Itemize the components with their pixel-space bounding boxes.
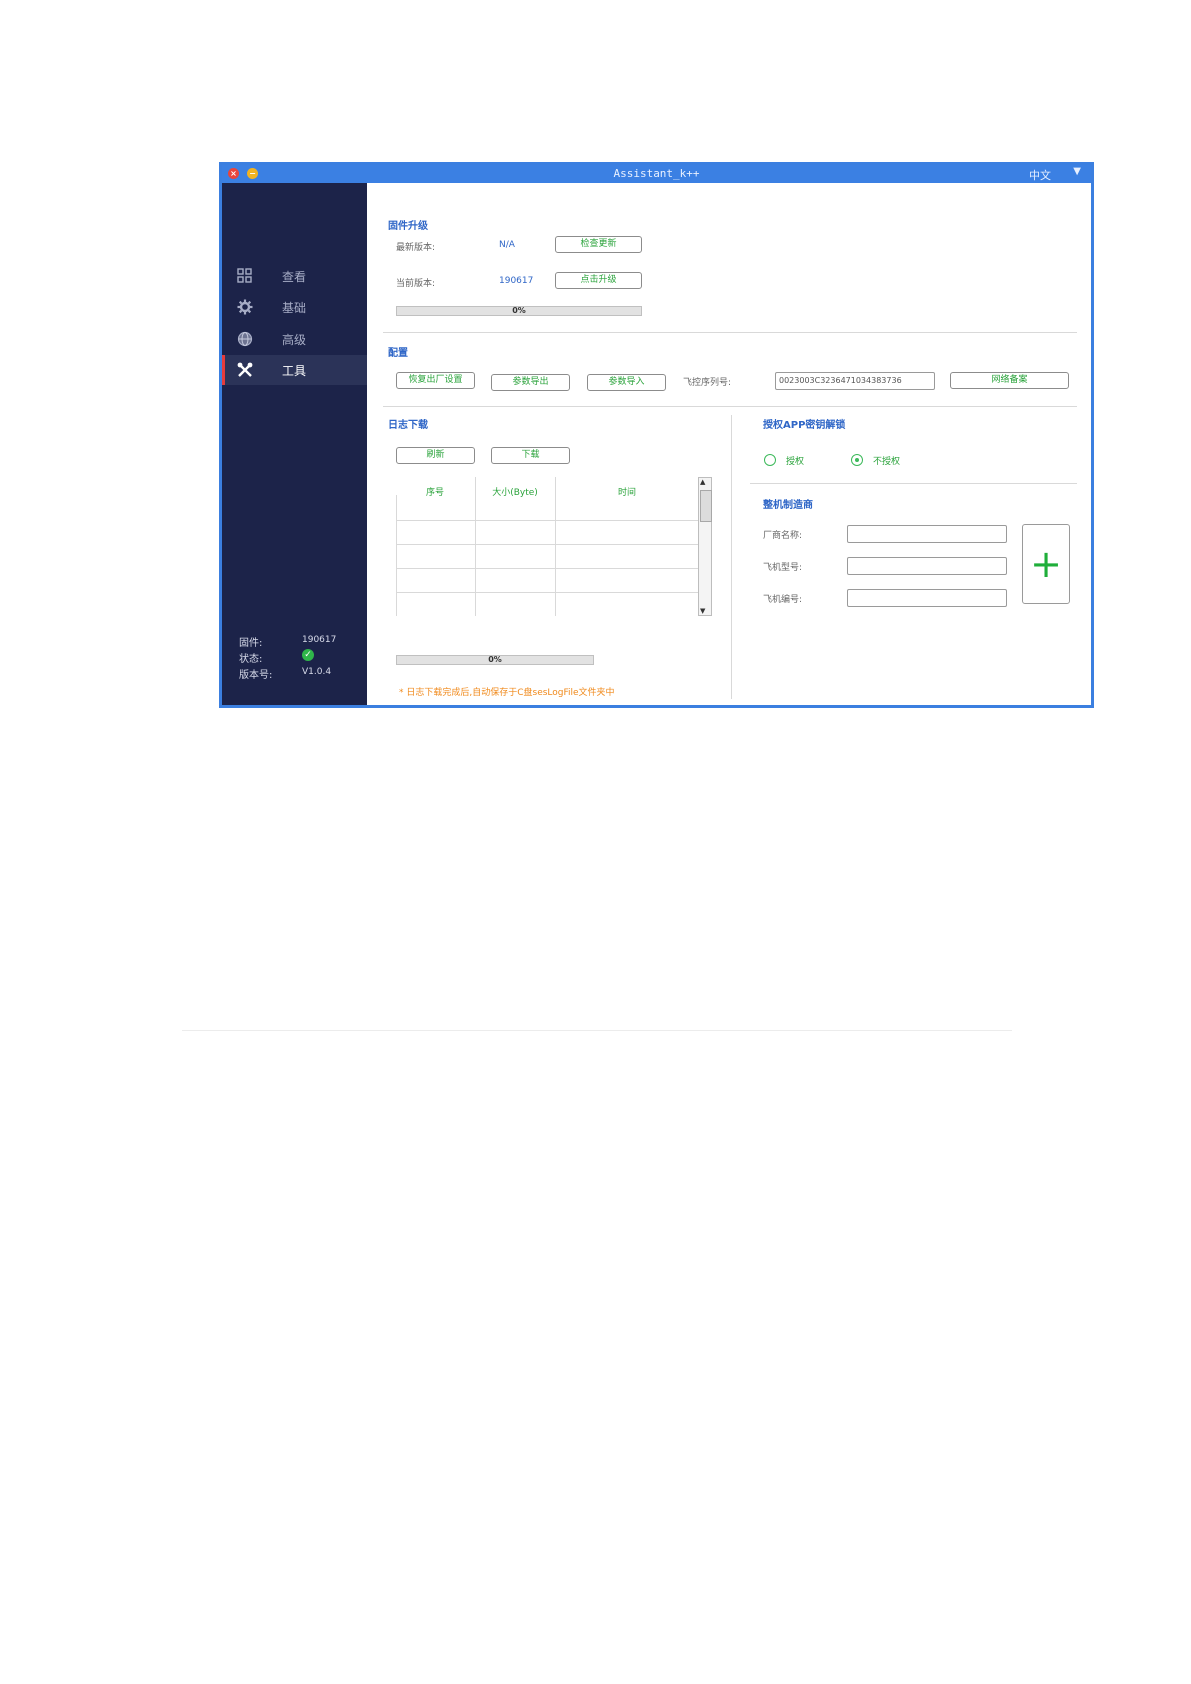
column-header: 大小(Byte) (492, 488, 538, 498)
column-divider (396, 495, 397, 616)
latest-version-value: N/A (499, 240, 515, 250)
view-icon (237, 268, 252, 283)
app-window: × − Assistant_k++ 中文 ▼ 查看 基础 高级 工具 固件: 1… (219, 162, 1094, 708)
divider (383, 332, 1077, 333)
gear-icon (237, 299, 253, 315)
tools-panel: 固件升级 最新版本: N/A 检查更新 当前版本: 190617 点击升级 0%… (367, 183, 1091, 705)
add-manufacturer-button[interactable]: + (1022, 524, 1070, 604)
manufacturer-section-title: 整机制造商 (763, 500, 813, 511)
aircraft-number-field[interactable] (847, 589, 1007, 607)
refresh-button[interactable]: 刷新 (396, 447, 475, 464)
aircraft-model-field[interactable] (847, 557, 1007, 575)
status-label: 状态: (239, 654, 263, 665)
aircraft-model-label: 飞机型号: (763, 563, 803, 573)
authorize-radio-label[interactable]: 授权 (786, 454, 804, 467)
scroll-down-icon[interactable]: ▼ (700, 607, 705, 615)
firmware-section-title: 固件升级 (388, 221, 428, 232)
sidebar-item-label: 工具 (282, 364, 307, 378)
sidebar-item-tools[interactable]: 工具 (222, 355, 367, 385)
scroll-up-icon[interactable]: ▲ (700, 478, 705, 486)
sidebar-item-label: 基础 (282, 301, 307, 315)
config-section-title: 配置 (388, 348, 408, 359)
auth-section-title: 授权APP密钥解锁 (763, 420, 846, 431)
title-bar: × − Assistant_k++ 中文 ▼ (222, 165, 1091, 183)
sidebar-item-view[interactable]: 查看 (222, 261, 367, 291)
manufacturer-name-field[interactable] (847, 525, 1007, 543)
network-backup-button[interactable]: 网络备案 (950, 372, 1069, 389)
column-divider (475, 477, 476, 616)
column-header: 时间 (617, 488, 636, 498)
unauthorize-radio-label[interactable]: 不授权 (873, 454, 900, 467)
download-button[interactable]: 下载 (491, 447, 570, 464)
divider (383, 406, 1077, 407)
log-progress-bar: 0% (396, 655, 594, 665)
firmware-value: 190617 (302, 635, 337, 645)
current-version-label: 当前版本: (396, 279, 436, 289)
column-divider (555, 477, 556, 616)
scroll-thumb[interactable] (700, 490, 712, 522)
row-divider (396, 592, 698, 593)
column-header: 序号 (425, 488, 444, 498)
status-ok-icon: ✓ (302, 649, 314, 661)
version-value: V1.0.4 (302, 667, 332, 677)
serial-number-field[interactable]: 0023003C3236471034383736 (775, 372, 935, 390)
sidebar-item-label: 查看 (282, 270, 307, 284)
log-scrollbar[interactable]: ▲ ▼ (698, 477, 712, 616)
page-divider (182, 1030, 1012, 1031)
row-divider (396, 544, 698, 545)
current-version-value: 190617 (499, 276, 534, 286)
globe-icon (237, 331, 253, 347)
factory-reset-button[interactable]: 恢复出厂设置 (396, 372, 475, 389)
row-divider (396, 568, 698, 569)
export-params-button[interactable]: 参数导出 (491, 374, 570, 391)
check-update-button[interactable]: 检查更新 (555, 236, 642, 253)
manufacturer-name-label: 厂商名称: (763, 531, 803, 541)
window-title: Assistant_k++ (613, 167, 700, 180)
sidebar-item-basic[interactable]: 基础 (222, 292, 367, 322)
aircraft-number-label: 飞机编号: (763, 595, 803, 605)
sidebar: 查看 基础 高级 工具 固件: 190617 状态: ✓ 版本号: V1.0.4 (222, 183, 367, 705)
firmware-label: 固件: (239, 638, 263, 649)
panel-divider (731, 415, 732, 699)
row-divider (396, 520, 698, 521)
unauthorize-radio[interactable] (851, 454, 863, 466)
sidebar-item-label: 高级 (282, 333, 307, 347)
import-params-button[interactable]: 参数导入 (587, 374, 666, 391)
version-label: 版本号: (239, 670, 273, 681)
latest-version-label: 最新版本: (396, 243, 436, 253)
divider (750, 483, 1077, 484)
firmware-progress-bar: 0% (396, 306, 642, 316)
serial-number-label: 飞控序列号: (683, 378, 732, 388)
authorize-radio[interactable] (764, 454, 776, 466)
tools-icon (237, 362, 253, 377)
log-section-title: 日志下载 (388, 420, 428, 431)
upgrade-button[interactable]: 点击升级 (555, 272, 642, 289)
chevron-down-icon[interactable]: ▼ (1073, 166, 1081, 177)
log-save-note: * 日志下载完成后,自动保存于C盘sesLogFile文件夹中 (399, 688, 615, 698)
sidebar-item-advanced[interactable]: 高级 (222, 324, 367, 354)
language-select[interactable]: 中文 (1029, 167, 1051, 183)
